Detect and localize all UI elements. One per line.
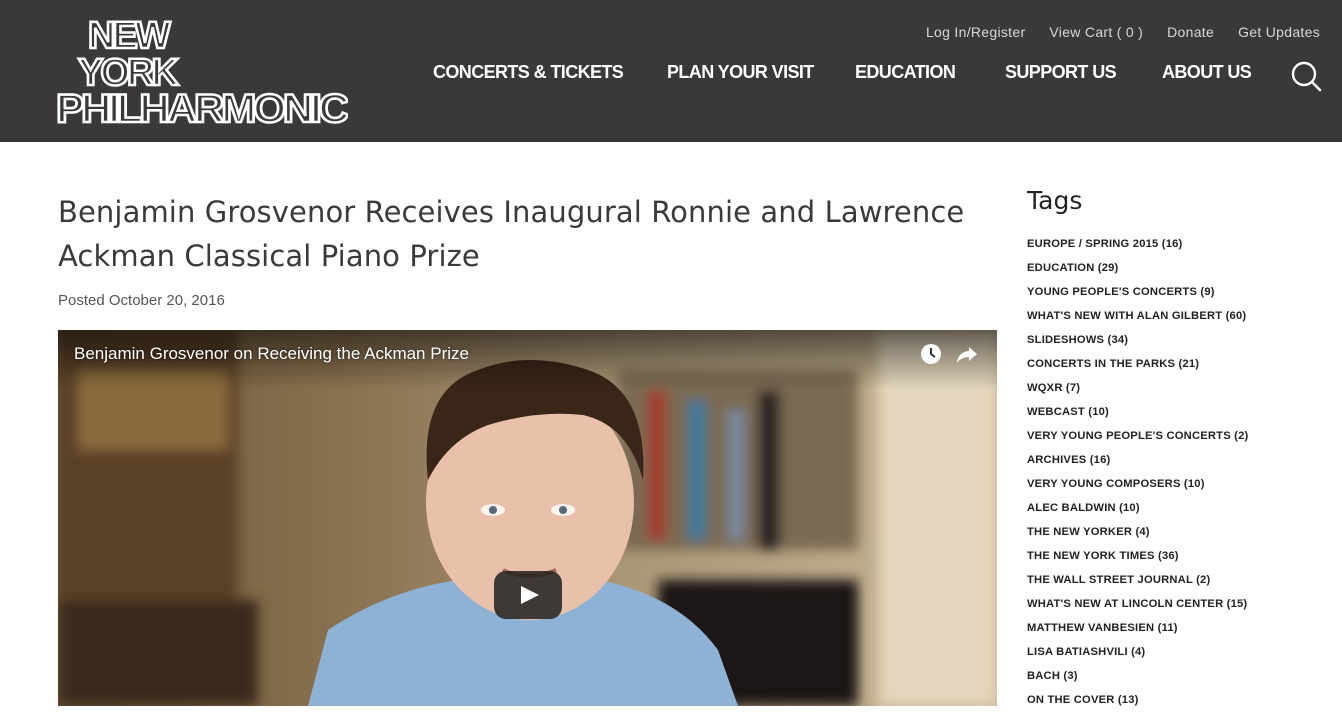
tag-link[interactable]: EUROPE / SPRING 2015 (16) bbox=[1027, 237, 1327, 261]
tags-sidebar: Tags EUROPE / SPRING 2015 (16) EDUCATION … bbox=[1027, 186, 1327, 717]
utility-links: Log In/Register View Cart ( 0 ) Donate G… bbox=[926, 24, 1320, 40]
play-icon bbox=[521, 586, 539, 604]
posted-date: Posted October 20, 2016 bbox=[58, 292, 225, 309]
site-header: NEW YORK PHILHARMONIC Log In/Register Vi… bbox=[0, 0, 1342, 142]
play-button[interactable] bbox=[494, 571, 562, 619]
tag-link[interactable]: WQXR (7) bbox=[1027, 381, 1327, 405]
tag-link[interactable]: WHAT'S NEW AT LINCOLN CENTER (15) bbox=[1027, 597, 1327, 621]
tag-link[interactable]: VERY YOUNG COMPOSERS (10) bbox=[1027, 477, 1327, 501]
tag-link[interactable]: SLIDESHOWS (34) bbox=[1027, 333, 1327, 357]
video-title[interactable]: Benjamin Grosvenor on Receiving the Ackm… bbox=[74, 344, 469, 364]
nav-concerts-tickets[interactable]: CONCERTS & TICKETS bbox=[433, 62, 624, 83]
tag-link[interactable]: WEBCAST (10) bbox=[1027, 405, 1327, 429]
nav-support-us[interactable]: SUPPORT US bbox=[1005, 62, 1117, 83]
login-register-link[interactable]: Log In/Register bbox=[926, 24, 1025, 40]
svg-text:PHILHARMONIC: PHILHARMONIC bbox=[56, 87, 348, 130]
tag-link[interactable]: THE NEW YORK TIMES (36) bbox=[1027, 549, 1327, 573]
tag-link[interactable]: ALEC BALDWIN (10) bbox=[1027, 501, 1327, 525]
nav-about-us[interactable]: ABOUT US bbox=[1162, 62, 1252, 83]
video-frame bbox=[58, 330, 997, 706]
search-icon[interactable] bbox=[1290, 60, 1322, 92]
nav-plan-your-visit[interactable]: PLAN YOUR VISIT bbox=[667, 62, 814, 83]
tag-link[interactable]: CONCERTS IN THE PARKS (21) bbox=[1027, 357, 1327, 381]
tag-link[interactable]: VERY YOUNG PEOPLE'S CONCERTS (2) bbox=[1027, 429, 1327, 453]
tag-link[interactable]: THE NEW YORKER (4) bbox=[1027, 525, 1327, 549]
tag-link[interactable]: BACH (3) bbox=[1027, 669, 1327, 693]
view-cart-link[interactable]: View Cart ( 0 ) bbox=[1049, 24, 1143, 40]
tag-link[interactable]: WHAT'S NEW WITH ALAN GILBERT (60) bbox=[1027, 309, 1327, 333]
video-player[interactable]: Benjamin Grosvenor on Receiving the Ackm… bbox=[58, 330, 997, 706]
get-updates-link[interactable]: Get Updates bbox=[1238, 24, 1320, 40]
donate-link[interactable]: Donate bbox=[1167, 24, 1214, 40]
tag-link[interactable]: LISA BATIASHVILI (4) bbox=[1027, 645, 1327, 669]
share-icon[interactable] bbox=[955, 342, 979, 366]
article-title: Benjamin Grosvenor Receives Inaugural Ro… bbox=[58, 195, 965, 273]
tag-link[interactable]: MATTHEW VANBESIEN (11) bbox=[1027, 621, 1327, 645]
svg-text:NEW: NEW bbox=[88, 15, 171, 57]
article: Benjamin Grosvenor Receives Inaugural Ro… bbox=[58, 190, 998, 309]
tag-link[interactable]: YOUNG PEOPLE'S CONCERTS (9) bbox=[1027, 285, 1327, 309]
tag-link[interactable]: ARCHIVES (16) bbox=[1027, 453, 1327, 477]
tag-link[interactable]: EDUCATION (29) bbox=[1027, 261, 1327, 285]
tags-title: Tags bbox=[1027, 186, 1083, 215]
new-york-philharmonic-logo[interactable]: NEW YORK PHILHARMONIC bbox=[56, 12, 348, 130]
tag-list: EUROPE / SPRING 2015 (16) EDUCATION (29) Y… bbox=[1027, 237, 1327, 717]
watch-later-icon[interactable] bbox=[919, 342, 943, 366]
tag-link[interactable]: ON THE COVER (13) bbox=[1027, 693, 1327, 717]
nav-education[interactable]: EDUCATION bbox=[855, 62, 956, 83]
tag-link[interactable]: THE WALL STREET JOURNAL (2) bbox=[1027, 573, 1327, 597]
